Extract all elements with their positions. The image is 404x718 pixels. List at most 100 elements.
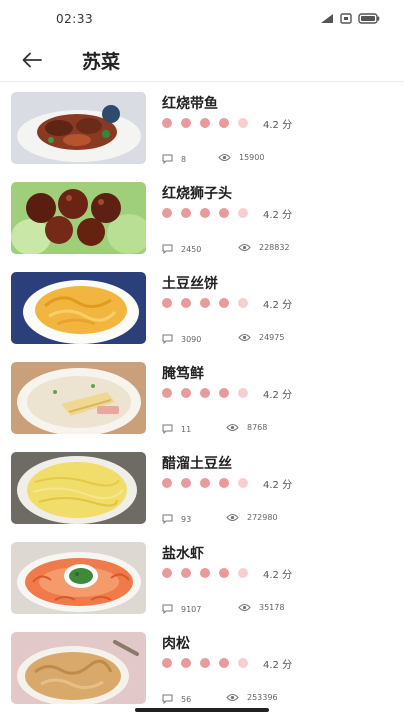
rating-dot <box>181 658 191 668</box>
recipe-image <box>11 92 146 164</box>
recipe-image <box>11 542 146 614</box>
comment-count-value: 9107 <box>181 604 202 614</box>
stats: 3090 24975 <box>162 333 284 345</box>
rating-dot <box>238 478 248 488</box>
eye-icon <box>226 694 239 701</box>
view-count: 253396 <box>226 693 278 702</box>
rating: 4.2 分 <box>162 657 293 671</box>
home-indicator[interactable] <box>135 708 269 712</box>
rating-dot <box>181 388 191 398</box>
view-count: 8768 <box>226 423 267 432</box>
stats: 2450 228832 <box>162 243 290 255</box>
page-title: 苏菜 <box>82 51 121 73</box>
rating-dot <box>200 658 210 668</box>
rating-dot <box>162 298 172 308</box>
comment-icon <box>162 244 173 254</box>
status-bar: 02:33 <box>0 0 404 38</box>
rating-dot <box>181 298 191 308</box>
rating-dot <box>200 208 210 218</box>
rating: 4.2 分 <box>162 117 293 131</box>
view-count-value: 253396 <box>247 693 278 702</box>
back-button[interactable] <box>18 46 46 74</box>
rating-dot <box>200 388 210 398</box>
recipe-item[interactable]: 红烧狮子头 4.2 分 2450 228832 <box>0 173 404 263</box>
stats: 11 8768 <box>162 423 267 435</box>
comment-count: 9107 <box>162 604 201 614</box>
rating-score: 4.2 分 <box>263 119 293 131</box>
eye-icon <box>218 154 231 161</box>
eye-icon <box>238 334 251 341</box>
comment-count: 56 <box>162 694 191 704</box>
rating-dot <box>238 658 248 668</box>
comment-count-value: 8 <box>181 154 187 164</box>
rating-dot <box>238 208 248 218</box>
eye-icon <box>238 244 251 251</box>
status-time: 02:33 <box>56 12 94 26</box>
comment-count-value: 93 <box>181 514 192 524</box>
rating-dot <box>181 568 191 578</box>
rating-dot <box>181 478 191 488</box>
recipe-name: 红烧狮子头 <box>162 186 232 202</box>
rating-dot <box>219 208 229 218</box>
arrow-left-icon <box>22 52 42 68</box>
view-count-value: 272980 <box>247 513 278 522</box>
recipe-name: 醋溜土豆丝 <box>162 456 232 472</box>
rating-dot <box>219 118 229 128</box>
rating-dot <box>162 658 172 668</box>
recipe-item[interactable]: 肉松 4.2 分 56 253396 <box>0 623 404 713</box>
rating-dot <box>219 568 229 578</box>
recipe-image <box>11 452 146 524</box>
comment-icon <box>162 694 173 704</box>
view-count: 24975 <box>238 333 284 342</box>
stats: 9107 35178 <box>162 603 284 615</box>
rating-dot <box>162 208 172 218</box>
rating-dot <box>238 388 248 398</box>
comment-count: 11 <box>162 424 191 434</box>
stats: 56 253396 <box>162 693 278 705</box>
rating-score: 4.2 分 <box>263 659 293 671</box>
signal-icon <box>321 14 333 23</box>
recipe-name: 肉松 <box>162 636 190 652</box>
comment-count-value: 2450 <box>181 244 202 254</box>
comment-count-value: 3090 <box>181 334 202 344</box>
rating-dot <box>238 118 248 128</box>
recipe-item[interactable]: 腌笃鲜 4.2 分 11 8768 <box>0 353 404 443</box>
rating-dot <box>162 478 172 488</box>
view-count: 228832 <box>238 243 290 252</box>
stats: 8 15900 <box>162 153 264 165</box>
recipe-item[interactable]: 盐水虾 4.2 分 9107 35178 <box>0 533 404 623</box>
rating-dot <box>162 118 172 128</box>
rating-dot <box>219 298 229 308</box>
rating-dot <box>162 568 172 578</box>
comment-count-value: 56 <box>181 694 192 704</box>
view-count-value: 8768 <box>247 423 268 432</box>
rating: 4.2 分 <box>162 387 293 401</box>
comment-icon <box>162 154 173 164</box>
rating-dot <box>181 118 191 128</box>
recipe-image <box>11 362 146 434</box>
rating-dot <box>219 478 229 488</box>
comment-icon <box>162 424 173 434</box>
sim-icon <box>340 13 352 24</box>
comment-count: 93 <box>162 514 191 524</box>
rating-dot <box>238 568 248 578</box>
rating-dot <box>219 388 229 398</box>
status-icons <box>320 13 380 24</box>
rating-dot <box>200 568 210 578</box>
comment-count: 2450 <box>162 244 201 254</box>
rating-dot <box>219 658 229 668</box>
rating-dot <box>162 388 172 398</box>
rating-score: 4.2 分 <box>263 389 293 401</box>
comment-count: 8 <box>162 154 186 164</box>
view-count: 272980 <box>226 513 278 522</box>
stats: 93 272980 <box>162 513 278 525</box>
view-count: 15900 <box>218 153 264 162</box>
rating-score: 4.2 分 <box>263 209 293 221</box>
rating: 4.2 分 <box>162 297 292 311</box>
view-count-value: 24975 <box>259 333 285 342</box>
comment-count-value: 11 <box>181 424 192 434</box>
recipe-item[interactable]: 红烧带鱼 4.2 分 8 15900 <box>0 83 404 173</box>
recipe-item[interactable]: 土豆丝饼 4.2 分 3090 24975 <box>0 263 404 353</box>
recipe-item[interactable]: 醋溜土豆丝 4.2 分 93 272980 <box>0 443 404 533</box>
comment-count: 3090 <box>162 334 201 344</box>
